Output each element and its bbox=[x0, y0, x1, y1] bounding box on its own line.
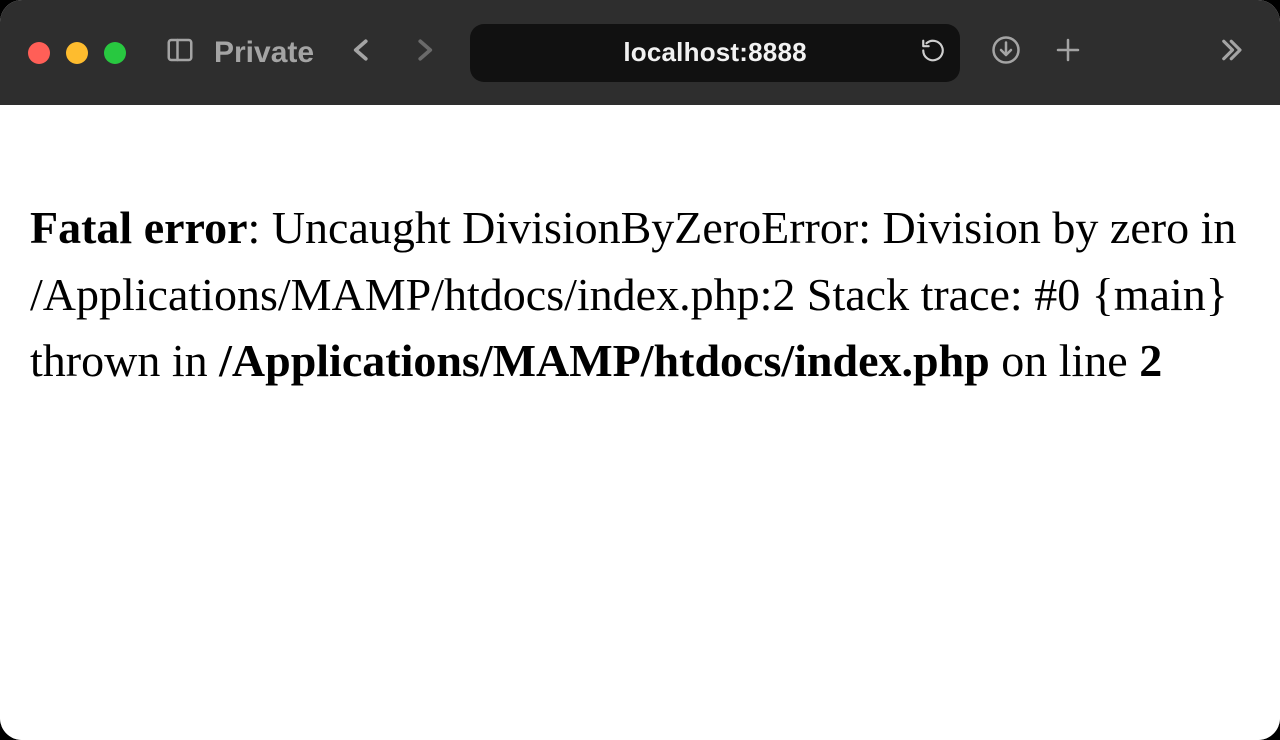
toolbar: Private localhost:8888 bbox=[0, 0, 1280, 105]
new-tab-button[interactable] bbox=[1046, 31, 1090, 75]
error-file: /Applications/MAMP/htdocs/index.php bbox=[219, 335, 990, 386]
address-bar[interactable]: localhost:8888 bbox=[470, 24, 960, 82]
window-controls bbox=[28, 42, 126, 64]
browser-window: Private localhost:8888 bbox=[0, 0, 1280, 740]
page-content: Fatal error: Uncaught DivisionByZeroErro… bbox=[0, 105, 1280, 740]
back-button[interactable] bbox=[340, 31, 384, 75]
download-icon bbox=[991, 35, 1021, 70]
sidebar-icon bbox=[165, 35, 195, 70]
chevrons-right-icon bbox=[1215, 35, 1245, 70]
forward-button[interactable] bbox=[402, 31, 446, 75]
address-bar-text: localhost:8888 bbox=[623, 37, 806, 68]
sidebar-toggle-button[interactable] bbox=[158, 31, 202, 75]
fullscreen-window-button[interactable] bbox=[104, 42, 126, 64]
reload-icon bbox=[920, 50, 946, 67]
php-error-message: Fatal error: Uncaught DivisionByZeroErro… bbox=[30, 195, 1250, 395]
minimize-window-button[interactable] bbox=[66, 42, 88, 64]
error-line-number: 2 bbox=[1139, 335, 1162, 386]
plus-icon bbox=[1053, 35, 1083, 70]
error-label: Fatal error bbox=[30, 202, 248, 253]
chevron-left-icon bbox=[347, 35, 377, 70]
downloads-button[interactable] bbox=[984, 31, 1028, 75]
overflow-button[interactable] bbox=[1208, 31, 1252, 75]
chevron-right-icon bbox=[409, 35, 439, 70]
error-sep: : bbox=[248, 202, 272, 253]
close-window-button[interactable] bbox=[28, 42, 50, 64]
error-online: on line bbox=[990, 335, 1139, 386]
private-browsing-label: Private bbox=[214, 36, 314, 70]
reload-button[interactable] bbox=[920, 37, 946, 68]
